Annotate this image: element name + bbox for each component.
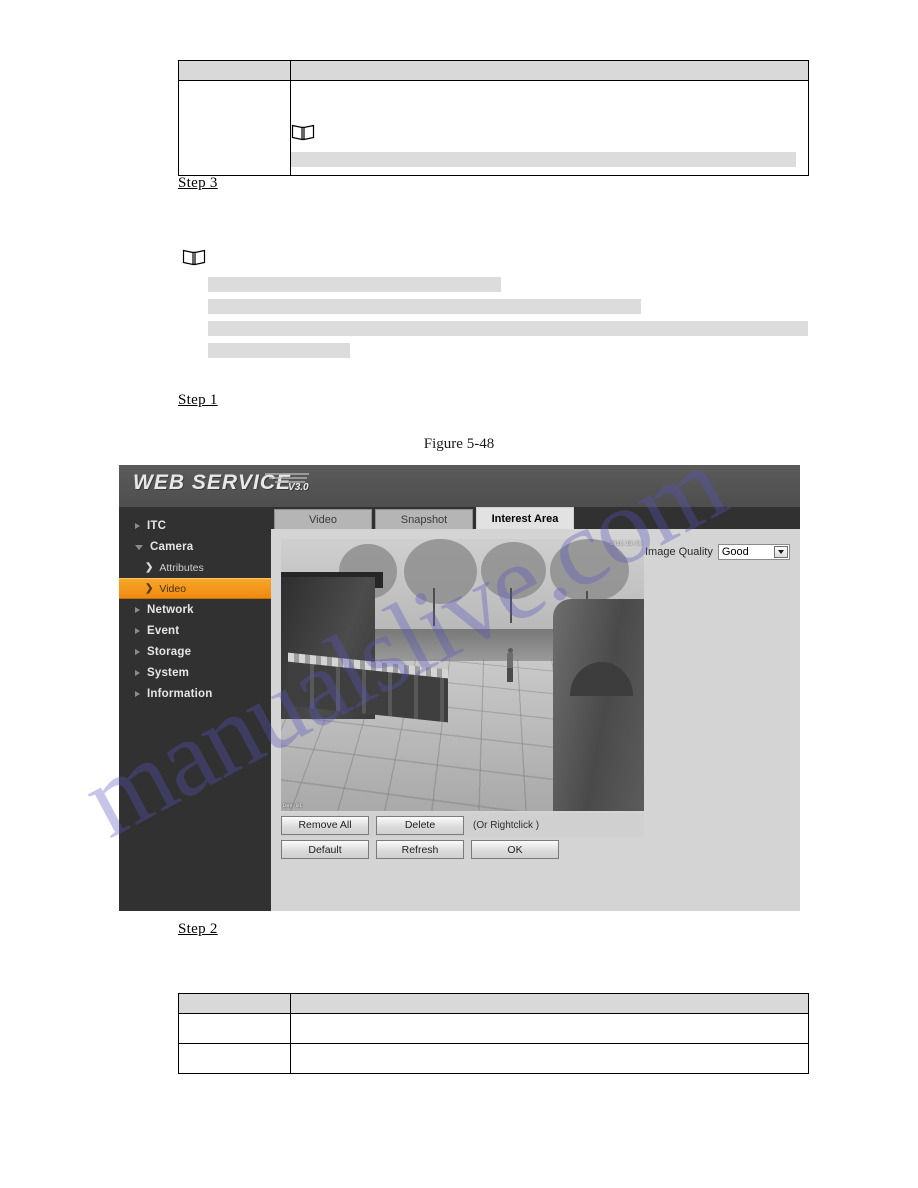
note-block [178,248,808,365]
chevron-down-icon [135,545,143,550]
app-header: WEB SERVICEV3.0 [119,465,800,507]
sidebar-item-label: Event [147,624,180,637]
redacted-text-bar [208,321,808,336]
video-osd-timestamp: 2016-10-09 [609,541,642,547]
app-logo: WEB SERVICEV3.0 [133,471,311,495]
sidebar-item-event[interactable]: Event [119,620,271,641]
chevron-right-icon [135,648,140,655]
rightclick-hint: (Or Rightclick ) [473,819,540,831]
chevron-right-icon [135,522,140,529]
sidebar: ITC Camera ❯ Attributes ❯ Video Network [119,507,271,911]
redacted-text-bar [291,152,796,167]
app-body: ITC Camera ❯ Attributes ❯ Video Network [119,507,800,911]
default-button[interactable]: Default [281,840,369,859]
sidebar-item-label: Attributes [159,561,204,574]
table-cell-body [290,80,809,176]
sidebar-item-label: Network [147,603,194,616]
image-quality-value: Good [721,546,749,558]
table-cell-body [290,1013,809,1044]
redacted-text-bar [208,343,350,358]
note-book-icon [291,123,315,141]
sidebar-item-itc[interactable]: ITC [119,515,271,536]
sidebar-item-storage[interactable]: Storage [119,641,271,662]
table-header-cell-2 [290,993,809,1014]
video-osd-device: Dev 01 [283,803,303,809]
table-row [178,80,809,176]
video-pillar [553,598,644,811]
web-service-screenshot: WEB SERVICEV3.0 ITC Camera ❯ Attributes [119,465,800,911]
top-table [178,60,809,176]
chevron-right-icon: ❯ [145,583,154,594]
step-label-1: Step 1 [178,392,218,408]
chevron-right-icon: ❯ [145,562,154,573]
sidebar-item-network[interactable]: Network [119,599,271,620]
sidebar-item-label: Information [147,687,213,700]
table-header-cell-1 [178,993,291,1014]
content-area: Video Snapshot Interest Area Image Quali… [271,507,800,911]
sidebar-item-label: Camera [150,540,194,553]
image-quality-select[interactable]: Good [717,544,790,560]
tab-interest-area[interactable]: Interest Area [476,507,574,529]
redacted-text-bar [208,299,641,314]
tab-snapshot[interactable]: Snapshot [375,509,473,529]
tab-video[interactable]: Video [274,509,372,529]
bottom-table [178,993,809,1074]
table-header-cell-2 [290,60,809,81]
refresh-button[interactable]: Refresh [376,840,464,859]
button-row-secondary: Default Refresh OK [281,840,566,859]
tab-strip: Video Snapshot Interest Area [271,507,800,529]
table-cell-label [178,1013,291,1044]
step-label-3: Step 3 [178,175,218,191]
image-quality-label: Image Quality [645,546,713,558]
chevron-right-icon [135,669,140,676]
sidebar-item-system[interactable]: System [119,662,271,683]
sidebar-item-attributes[interactable]: ❯ Attributes [119,557,271,578]
interest-area-panel: Image Quality Good 2016-10-09 Dev 01 Rem… [271,529,800,911]
sidebar-item-video[interactable]: ❯ Video [119,578,271,599]
note-book-icon [182,248,808,271]
speed-lines-icon [264,472,311,486]
video-tree [480,541,546,599]
video-tree [549,539,630,602]
table-row [178,60,809,81]
table-cell-label [178,80,291,176]
ok-button[interactable]: OK [471,840,559,859]
document-page: Step 3 Step 1 Figure 5-48 WEB SERVICEV3.… [0,0,918,1188]
table-cell-body [290,1043,809,1074]
video-tree [404,539,477,605]
table-row [178,1043,809,1074]
button-row-primary: Remove All Delete (Or Rightclick ) [281,813,644,837]
video-tree-trunk [509,587,512,624]
chevron-right-icon [135,690,140,697]
table-row [178,993,809,1014]
chevron-down-icon[interactable] [773,546,788,558]
table-header-cell-1 [178,60,291,81]
sidebar-item-information[interactable]: Information [119,683,271,704]
chevron-right-icon [135,606,140,613]
table-row [178,1013,809,1044]
video-tree-trunk [433,587,436,627]
sidebar-item-label: Storage [147,645,192,658]
image-quality-row: Image Quality Good [645,544,790,560]
step-label-2: Step 2 [178,921,218,937]
remove-all-button[interactable]: Remove All [281,815,369,835]
sidebar-item-camera[interactable]: Camera [119,536,271,557]
chevron-right-icon [135,627,140,634]
video-preview[interactable]: 2016-10-09 Dev 01 [281,539,644,811]
table-cell-label [178,1043,291,1074]
delete-button[interactable]: Delete [376,815,464,835]
redacted-text-bar [208,277,501,292]
figure-caption: Figure 5-48 [423,436,495,452]
sidebar-item-label: Video [159,582,187,595]
sidebar-item-label: System [147,666,190,679]
video-pedestrian [506,647,514,682]
sidebar-item-label: ITC [147,519,167,532]
